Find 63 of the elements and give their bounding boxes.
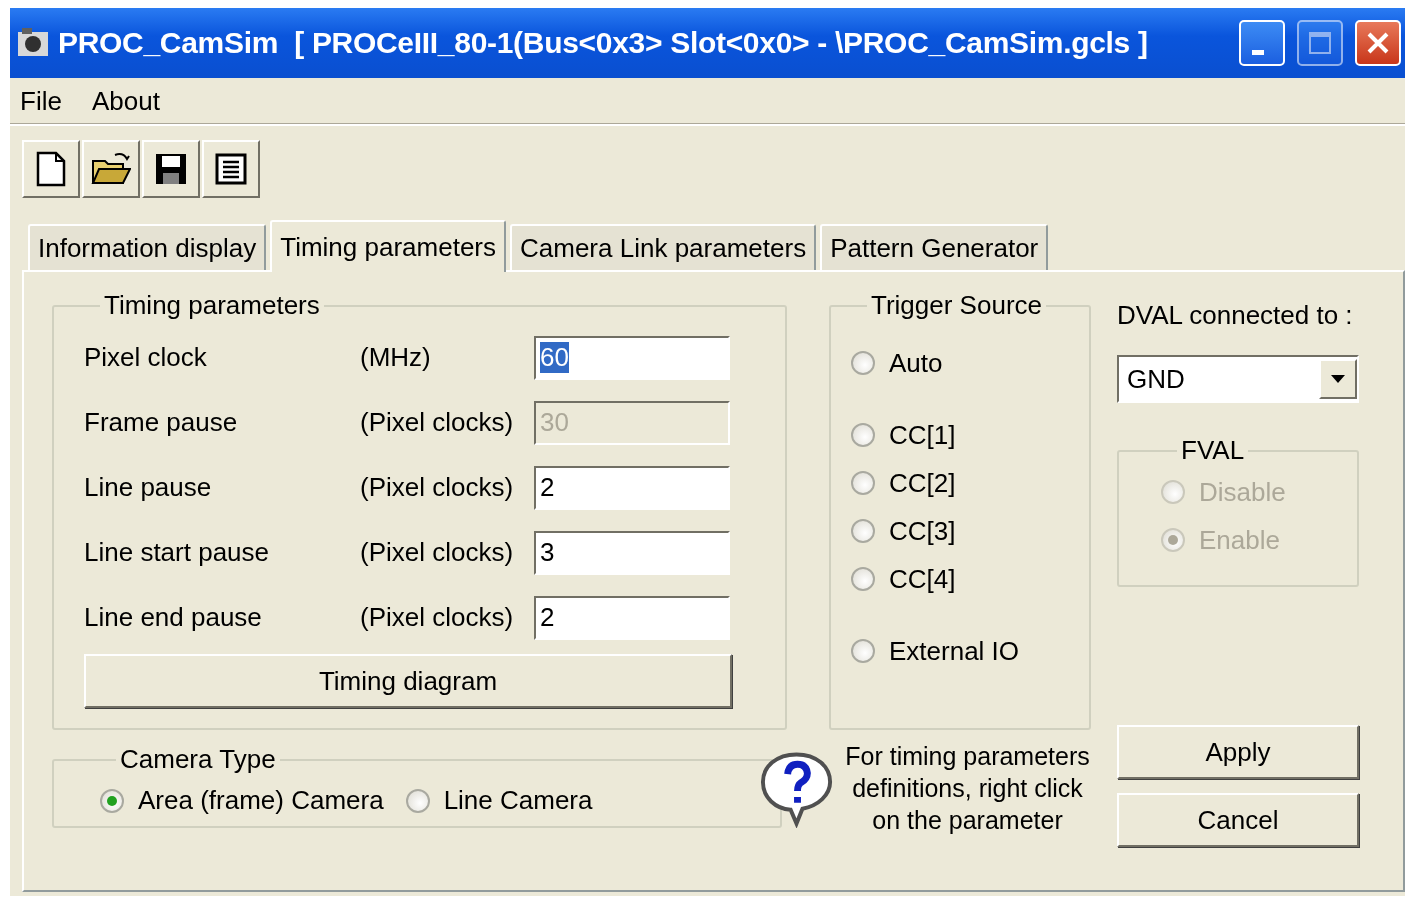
group-title: Camera Type: [119, 744, 277, 775]
radio-label: CC[1]: [889, 419, 956, 451]
input-field[interactable]: 3: [534, 530, 730, 575]
folder-icon: [91, 151, 131, 187]
radio-button[interactable]: [851, 423, 875, 447]
toolbar-button[interactable]: [142, 140, 200, 198]
radio-button[interactable]: [851, 567, 875, 591]
toolbar-button[interactable]: [202, 140, 260, 198]
radio-label: Disable: [1199, 476, 1286, 508]
input-field[interactable]: 2: [534, 465, 730, 510]
unit-label: (Pixel clocks): [360, 407, 515, 438]
window-title: PROC_CamSim [ PROCeIII_80-1(Bus<0x3> Slot<0x0> - \PROC_CamSim.gcls ]: [58, 26, 1149, 60]
field-label: Line end pause: [84, 602, 263, 633]
field-label: Line start pause: [84, 537, 270, 568]
radio-button[interactable]: [405, 788, 430, 813]
maximize-button[interactable]: [1297, 20, 1343, 66]
dval-label: DVAL connected to :: [1117, 300, 1354, 331]
group-title: FVAL: [1180, 435, 1246, 466]
timing-diagram-button[interactable]: Timing diagram: [84, 654, 732, 708]
radio-button[interactable]: [851, 639, 875, 663]
radio-label: Area (frame) Camera: [138, 785, 384, 816]
toolbar-button[interactable]: [22, 140, 80, 198]
radio-label: CC[3]: [889, 515, 956, 547]
radio-label: CC[4]: [889, 563, 956, 595]
maximize-icon: [1308, 31, 1332, 55]
radio-label: Enable: [1199, 524, 1280, 556]
apply-button[interactable]: Apply: [1117, 725, 1359, 779]
close-button[interactable]: [1355, 20, 1401, 66]
group-title: Timing parameters: [103, 290, 321, 321]
unit-label: (Pixel clocks): [360, 602, 515, 633]
tab[interactable]: Timing parameters: [270, 220, 506, 272]
field-label: Line pause: [84, 472, 213, 503]
list-icon: [215, 153, 247, 185]
tab[interactable]: Pattern Generator: [820, 224, 1049, 270]
toolbar-button[interactable]: [82, 140, 140, 198]
radio-label: Auto: [889, 347, 943, 379]
minimize-icon: [1252, 49, 1264, 55]
unit-label: (Pixel clocks): [360, 537, 515, 568]
caret-icon: [1330, 374, 1346, 384]
radio-button[interactable]: [851, 519, 875, 543]
menu-item[interactable]: File: [20, 85, 62, 117]
input-field[interactable]: 2: [534, 595, 730, 640]
group-title: Trigger Source: [870, 290, 1043, 321]
close-icon: [1365, 30, 1391, 56]
unit-label: (Pixel clocks): [360, 472, 515, 503]
help-text: For timing parameters definitions, right click on the parameter: [844, 741, 1091, 836]
blank-page-icon: [36, 151, 66, 187]
radio-button[interactable]: [100, 788, 124, 813]
unit-label: (MHz): [360, 342, 432, 373]
radio-label: Line Camera: [443, 785, 593, 816]
minimize-button[interactable]: [1239, 20, 1285, 66]
radio-button[interactable]: [851, 471, 875, 495]
cancel-button[interactable]: Cancel: [1117, 793, 1359, 847]
tab[interactable]: Information display: [28, 224, 267, 270]
field-label: Frame pause: [84, 407, 239, 438]
radio-label: CC[2]: [889, 467, 956, 499]
input-field[interactable]: 60: [534, 335, 730, 380]
menu-item[interactable]: About: [91, 85, 160, 117]
dropdown[interactable]: GND: [1117, 355, 1359, 403]
radio-button[interactable]: [851, 351, 875, 375]
radio-label: External IO: [889, 635, 1020, 667]
field-label: Pixel clock: [84, 342, 208, 373]
tab[interactable]: Camera Link parameters: [510, 224, 817, 270]
